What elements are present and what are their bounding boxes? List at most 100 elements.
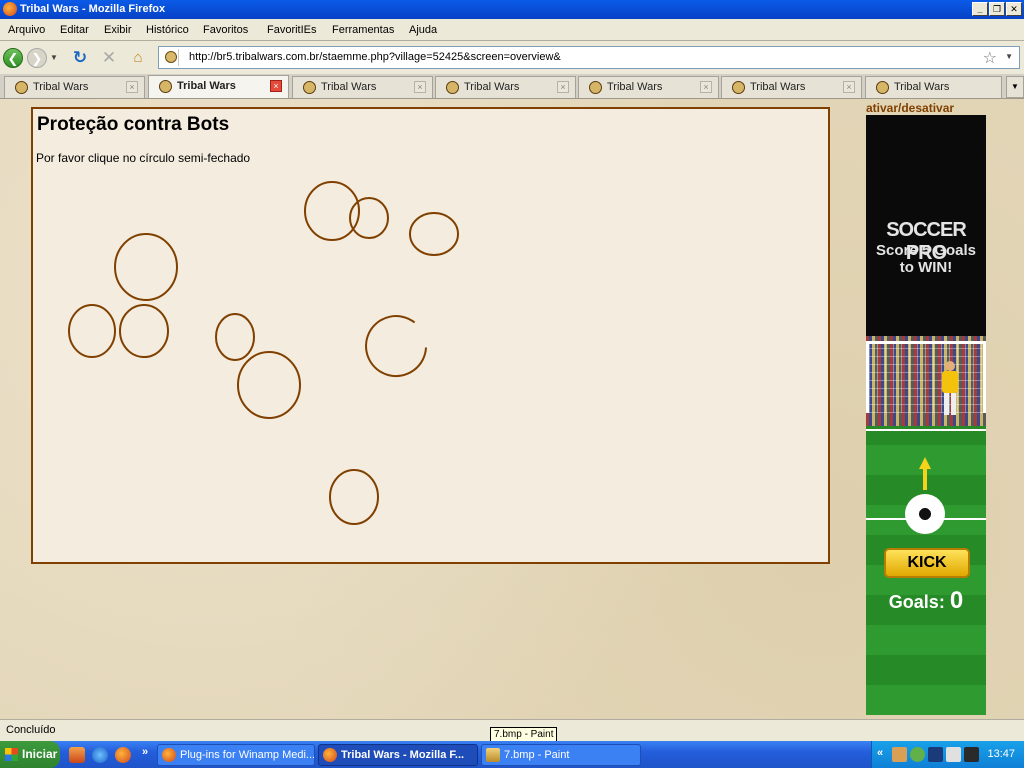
captcha-circle[interactable]	[114, 233, 178, 301]
navigation-toolbar: ❮ ❯ ▼ ↻ ✕ ⌂ http://br5.tribalwars.com.br…	[0, 41, 1024, 74]
tab-label: Tribal Wars	[321, 81, 377, 93]
goals-label: Goals:	[888, 592, 945, 612]
tab-5[interactable]: Tribal Wars ×	[578, 76, 719, 98]
bot-protection-panel: Proteção contra Bots Por favor clique no…	[31, 107, 830, 564]
tribal-wars-favicon-icon	[159, 80, 172, 93]
ad-toggle-link[interactable]: ativar/desativar	[866, 101, 954, 115]
close-button[interactable]: ✕	[1006, 2, 1022, 16]
captcha-semi-closed-circle[interactable]	[365, 315, 427, 378]
address-bar[interactable]: http://br5.tribalwars.com.br/staemme.php…	[158, 46, 1020, 69]
tab-7[interactable]: Tribal Wars	[865, 76, 1002, 98]
soccer-ball-icon	[905, 494, 945, 534]
status-text: Concluído	[6, 724, 56, 736]
tab-2-active[interactable]: Tribal Wars ×	[148, 75, 289, 98]
minimize-button[interactable]: _	[972, 2, 988, 16]
menu-arquivo[interactable]: Arquivo	[8, 24, 45, 36]
tray-expand-icon[interactable]: «	[877, 747, 883, 759]
url-dropdown-icon[interactable]: ▼	[1005, 52, 1013, 61]
tab-4[interactable]: Tribal Wars ×	[435, 76, 576, 98]
tribal-wars-favicon-icon	[446, 81, 459, 94]
tab-close-icon[interactable]: ×	[700, 81, 712, 93]
history-dropdown-icon[interactable]: ▼	[50, 53, 58, 62]
tab-close-icon[interactable]: ×	[843, 81, 855, 93]
page-content: Proteção contra Bots Por favor clique no…	[0, 99, 1024, 719]
tab-label: Tribal Wars	[464, 81, 520, 93]
quicklaunch-chevron-icon[interactable]: »	[142, 746, 148, 758]
menu-favoritos[interactable]: Favoritos	[203, 24, 248, 36]
task-winamp-plugins[interactable]: Plug-ins for Winamp Medi...	[157, 744, 315, 766]
captcha-circle[interactable]	[409, 212, 459, 256]
goals-counter: Goals: 0	[866, 587, 986, 615]
back-button[interactable]: ❮	[3, 48, 23, 68]
task-tribal-wars[interactable]: Tribal Wars - Mozilla F...	[318, 744, 478, 766]
forward-button[interactable]: ❯	[27, 48, 47, 68]
firefox-task-icon	[162, 748, 176, 762]
restore-button[interactable]: ❐	[989, 2, 1005, 16]
firefox-icon	[3, 2, 17, 16]
window-titlebar[interactable]: Tribal Wars - Mozilla Firefox _ ❐ ✕	[0, 0, 1024, 19]
captcha-circle[interactable]	[119, 304, 169, 358]
tab-label: Tribal Wars	[894, 81, 950, 93]
captcha-circle[interactable]	[215, 313, 255, 361]
firefox-quicklaunch-icon[interactable]	[115, 747, 131, 763]
tray-network-icon[interactable]	[928, 747, 943, 762]
menu-bar: Arquivo Editar Exibir Histórico Favorito…	[0, 19, 1024, 41]
tab-close-icon[interactable]: ×	[270, 80, 282, 92]
tab-6[interactable]: Tribal Wars ×	[721, 76, 862, 98]
tray-messenger-icon[interactable]	[910, 747, 925, 762]
goal-line	[866, 429, 986, 431]
tab-label: Tribal Wars	[177, 80, 236, 92]
tab-close-icon[interactable]: ×	[414, 81, 426, 93]
reload-button[interactable]: ↻	[70, 48, 90, 68]
captcha-circle[interactable]	[68, 304, 116, 358]
windows-logo-icon	[5, 748, 18, 761]
start-label: Iniciar	[22, 747, 58, 761]
stop-button[interactable]: ✕	[99, 48, 119, 68]
menu-favorities[interactable]: FavoritIEs	[267, 24, 317, 36]
quicklaunch-app-icon[interactable]	[69, 747, 85, 763]
tribal-wars-favicon-icon	[589, 81, 602, 94]
task-label: Tribal Wars - Mozilla F...	[341, 749, 465, 761]
kick-button[interactable]: KICK	[884, 548, 970, 578]
captcha-circle[interactable]	[349, 197, 389, 239]
tab-close-icon[interactable]: ×	[126, 81, 138, 93]
tab-close-icon[interactable]: ×	[557, 81, 569, 93]
menu-historico[interactable]: Histórico	[146, 24, 189, 36]
tab-label: Tribal Wars	[607, 81, 663, 93]
aim-arrow-icon	[919, 457, 931, 469]
windows-taskbar: Iniciar » Plug-ins for Winamp Medi... Tr…	[0, 741, 1024, 768]
url-text[interactable]: http://br5.tribalwars.com.br/staemme.php…	[189, 51, 561, 63]
menu-exibir[interactable]: Exibir	[104, 24, 132, 36]
ad-subline-1: Score 5 Goals	[875, 242, 977, 259]
soccer-pro-ad[interactable]: SOCCER PRO Score 5 Goals to WIN! KICK Go…	[866, 115, 986, 715]
bookmark-star-icon[interactable]: ☆	[983, 48, 997, 68]
captcha-circle[interactable]	[237, 351, 301, 419]
tray-app-icon[interactable]	[892, 747, 907, 762]
paint-icon	[486, 748, 500, 762]
tab-1[interactable]: Tribal Wars ×	[4, 76, 145, 98]
task-label: Plug-ins for Winamp Medi...	[180, 749, 315, 761]
firefox-task-icon	[323, 748, 337, 762]
home-button[interactable]: ⌂	[128, 48, 148, 68]
tray-vc-icon[interactable]	[946, 747, 961, 762]
goal-net	[866, 341, 986, 413]
captcha-circle[interactable]	[329, 469, 379, 525]
window-controls: _ ❐ ✕	[972, 2, 1022, 16]
tab-label: Tribal Wars	[750, 81, 806, 93]
tribal-wars-favicon-icon	[15, 81, 28, 94]
system-tray: « 13:47	[871, 741, 1024, 768]
site-identity-icon[interactable]	[163, 49, 179, 66]
tray-hardware-icon[interactable]	[964, 747, 979, 762]
tab-list-dropdown-icon[interactable]: ▼	[1006, 76, 1024, 98]
tab-3[interactable]: Tribal Wars ×	[292, 76, 433, 98]
internet-explorer-icon[interactable]	[92, 747, 108, 763]
menu-ajuda[interactable]: Ajuda	[409, 24, 437, 36]
goalkeeper-icon	[939, 361, 961, 421]
start-button[interactable]: Iniciar	[0, 741, 60, 768]
menu-ferramentas[interactable]: Ferramentas	[332, 24, 394, 36]
menu-editar[interactable]: Editar	[60, 24, 89, 36]
aim-arrow-stem	[923, 468, 927, 490]
taskbar-clock: 13:47	[987, 748, 1015, 760]
ad-subline: Score 5 Goals to WIN!	[866, 242, 986, 276]
task-paint[interactable]: 7.bmp - Paint	[481, 744, 641, 766]
